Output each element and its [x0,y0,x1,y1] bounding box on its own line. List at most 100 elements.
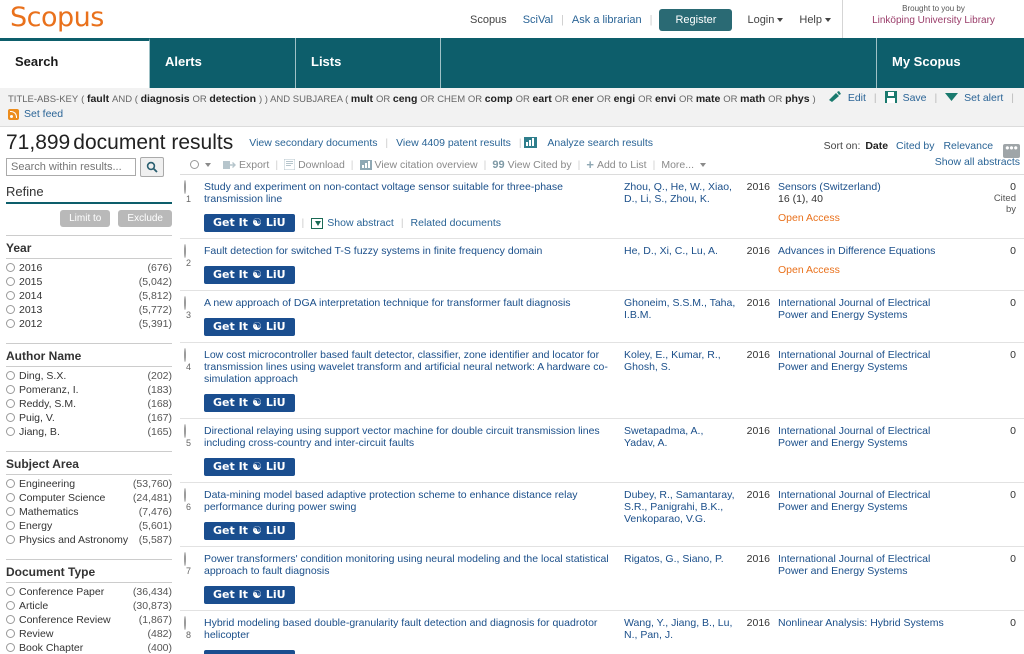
facet-item[interactable]: Conference Review (1,867) [6,613,172,627]
facet-checkbox[interactable] [6,521,15,530]
search-within-button[interactable] [140,157,164,177]
cited-by-cell[interactable]: 0 [952,297,1024,336]
facet-item[interactable]: 2014 (5,812) [6,289,172,303]
get-it-liu-button[interactable]: Get It☯LiU [204,266,295,284]
get-it-liu-button[interactable]: Get It☯LiU [204,318,295,336]
select-all-checkbox[interactable] [190,160,199,169]
facet-checkbox[interactable] [6,413,15,422]
cited-by-cell[interactable]: 0 [952,245,1024,284]
facet-item[interactable]: 2013 (5,772) [6,303,172,317]
facet-item[interactable]: 2015 (5,042) [6,275,172,289]
tab-alerts[interactable]: Alerts [150,38,296,88]
row-checkbox[interactable] [184,180,186,194]
facet-checkbox[interactable] [6,643,15,652]
row-checkbox[interactable] [184,488,186,502]
cited-by-cell[interactable]: 0 Cited by [952,181,1024,232]
facet-checkbox[interactable] [6,601,15,610]
facet-checkbox[interactable] [6,291,15,300]
row-checkbox[interactable] [184,296,186,310]
facet-checkbox[interactable] [6,263,15,272]
facet-checkbox[interactable] [6,371,15,380]
facet-checkbox[interactable] [6,479,15,488]
show-all-abstracts-link[interactable]: Show all abstracts [935,156,1020,168]
add-to-list-button[interactable]: + Add to List [580,158,652,171]
view-cited-by-button[interactable]: 99 View Cited by [486,159,577,171]
facet-item[interactable]: Reddy, S.M. (168) [6,397,172,411]
tab-my-scopus[interactable]: My Scopus [877,38,1024,88]
tab-lists[interactable]: Lists [296,38,441,88]
document-title-link[interactable]: Data-mining model based adaptive protect… [204,489,614,513]
document-title-link[interactable]: Directional relaying using support vecto… [204,425,614,449]
help-menu[interactable]: Help [791,14,839,26]
source-title-link[interactable]: Sensors (Switzerland) [778,181,881,193]
authors-cell[interactable]: Zhou, Q., He, W., Xiao, D., Li, S., Zhou… [624,181,742,232]
cited-by-cell[interactable]: 0 [952,489,1024,540]
save-query-button[interactable]: Save [879,91,933,104]
source-title-link[interactable]: International Journal of Electrical Powe… [778,297,930,321]
facet-item[interactable]: Article (30,873) [6,599,172,613]
set-feed-link[interactable]: Set feed [24,108,63,120]
authors-cell[interactable]: Swetapadma, A., Yadav, A. [624,425,742,476]
facet-checkbox[interactable] [6,535,15,544]
facet-checkbox[interactable] [6,399,15,408]
tab-search[interactable]: Search [0,38,150,88]
view-citation-overview-button[interactable]: View citation overview [354,159,484,171]
download-button[interactable]: Download [278,159,351,171]
get-it-liu-button[interactable]: Get It☯LiU [204,522,295,540]
facet-checkbox[interactable] [6,493,15,502]
facet-item[interactable]: Physics and Astronomy (5,587) [6,533,172,547]
search-within-input[interactable] [6,158,136,176]
view-secondary-documents-link[interactable]: View secondary documents [244,137,382,149]
document-title-link[interactable]: Low cost microcontroller based fault det… [204,349,614,385]
cited-by-cell[interactable]: 0 [952,553,1024,604]
facet-item[interactable]: Review (482) [6,627,172,641]
facet-item[interactable]: Computer Science (24,481) [6,491,172,505]
row-checkbox[interactable] [184,244,186,258]
authors-cell[interactable]: He, D., Xi, C., Lu, A. [624,245,742,284]
authors-cell[interactable]: Ghoneim, S.S.M., Taha, I.B.M. [624,297,742,336]
authors-cell[interactable]: Wang, Y., Jiang, B., Lu, N., Pan, J. [624,617,742,654]
facet-item[interactable]: Jiang, B. (165) [6,425,172,439]
facet-item[interactable]: Pomeranz, I. (183) [6,383,172,397]
document-title-link[interactable]: Hybrid modeling based double-granularity… [204,617,614,641]
cited-by-cell[interactable]: 0 [952,617,1024,654]
facet-item[interactable]: Book Chapter (400) [6,641,172,654]
facet-item[interactable]: Engineering (53,760) [6,477,172,491]
limit-to-button[interactable]: Limit to [60,210,111,227]
facet-checkbox[interactable] [6,319,15,328]
document-title-link[interactable]: Study and experiment on non-contact volt… [204,181,614,205]
get-it-liu-button[interactable]: Get It☯LiU [204,458,295,476]
set-alert-button[interactable]: Set alert [939,91,1009,104]
facet-checkbox[interactable] [6,507,15,516]
related-documents-link[interactable]: Related documents [411,217,501,229]
document-title-link[interactable]: Fault detection for switched T-S fuzzy s… [204,245,614,257]
document-title-link[interactable]: A new approach of DGA interpretation tec… [204,297,614,309]
export-button[interactable]: Export [217,159,275,171]
document-title-link[interactable]: Power transformers' condition monitoring… [204,553,614,577]
source-title-link[interactable]: Nonlinear Analysis: Hybrid Systems [778,617,944,629]
nav-scopus[interactable]: Scopus [462,14,515,26]
facet-item[interactable]: Ding, S.X. (202) [6,369,172,383]
edit-query-button[interactable]: Edit [822,91,872,104]
facet-checkbox[interactable] [6,305,15,314]
facet-checkbox[interactable] [6,615,15,624]
facet-item[interactable]: Energy (5,601) [6,519,172,533]
show-abstract-link[interactable]: Show abstract [327,217,394,229]
authors-cell[interactable]: Dubey, R., Samantaray, S.R., Panigrahi, … [624,489,742,540]
source-title-link[interactable]: International Journal of Electrical Powe… [778,489,930,513]
authors-cell[interactable]: Rigatos, G., Siano, P. [624,553,742,604]
sort-option-relevance[interactable]: Relevance [940,140,996,152]
scopus-logo[interactable]: Scopus [10,2,104,33]
facet-checkbox[interactable] [6,587,15,596]
row-checkbox[interactable] [184,616,186,630]
get-it-liu-button[interactable]: Get It☯LiU [204,214,295,232]
get-it-liu-button[interactable]: Get It☯LiU [204,394,295,412]
cited-by-cell[interactable]: 0 [952,349,1024,412]
row-checkbox[interactable] [184,552,186,566]
sort-option-date[interactable]: Date [863,140,890,152]
facet-checkbox[interactable] [6,629,15,638]
source-title-link[interactable]: Advances in Difference Equations [778,245,935,257]
facet-item[interactable]: Mathematics (7,476) [6,505,172,519]
view-patent-results-link[interactable]: View 4409 patent results [391,137,516,149]
nav-ask-a-librarian[interactable]: Ask a librarian [564,14,650,26]
